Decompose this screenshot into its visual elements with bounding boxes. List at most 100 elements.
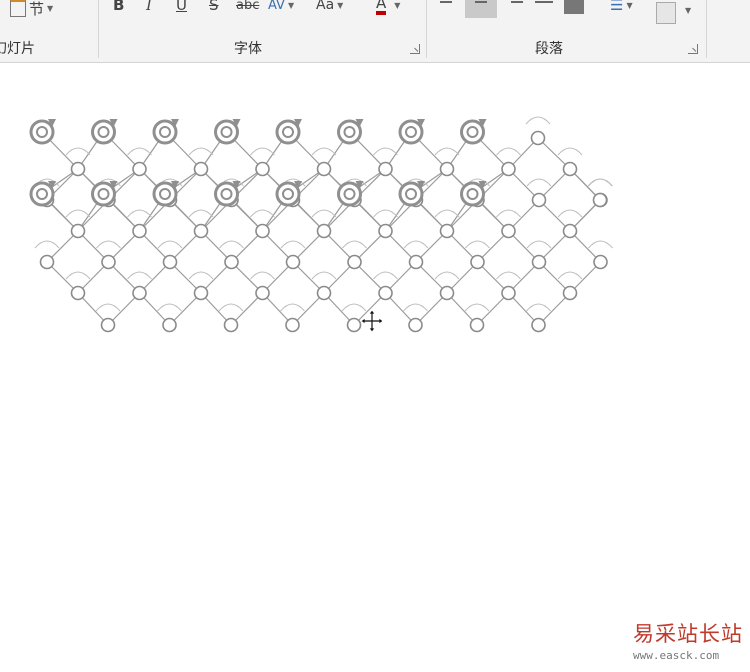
lattice-lobe [403,240,429,249]
lattice-lobe [127,271,152,280]
lattice-node [531,317,546,333]
lattice-node [316,161,332,177]
rotate-handle-inner [220,126,233,138]
columns-icon[interactable] [564,0,584,14]
lattice-node [562,223,578,239]
lattice-lobe [188,271,214,280]
italic-button[interactable]: I [146,0,152,16]
lattice-lobe [557,147,583,156]
rotate-handle-inner [466,126,479,138]
lattice-lobe [34,240,60,249]
lattice-node [530,130,546,146]
strikethrough-button[interactable]: abc [236,0,259,16]
rotate-handle-inner [220,188,233,200]
justify-icon[interactable] [535,0,553,12]
chevron-down-icon: ▼ [685,6,692,15]
smartart-convert-icon[interactable] [656,2,676,24]
rotate-handle-inner [36,188,48,200]
rotate-handle-inner [343,188,356,200]
rotate-handle-inner [159,188,171,200]
lattice-node [70,223,86,239]
text-direction-button[interactable]: ☰ ▼ [610,0,633,16]
lattice-lobe [250,147,275,156]
lattice-lobe [127,147,152,156]
paragraph-group-label: 段落 [535,41,563,57]
lattice-node [70,285,86,301]
lattice-node [316,285,332,301]
lattice-node [347,254,362,270]
group-divider [426,0,427,58]
lattice-node [162,254,178,270]
font-color-label: A [376,0,387,15]
rotate-handle-inner [466,188,479,200]
lattice-node [132,285,147,301]
lattice-lobe [526,240,552,249]
character-spacing-label: AV [268,0,285,13]
lattice-node [223,317,239,333]
lattice-node [592,192,608,208]
rotate-handle-inner [282,126,294,138]
lattice-lobe [342,240,367,249]
lattice-lobe [157,303,182,312]
lattice-node [132,223,147,239]
bold-button[interactable]: B [113,0,124,16]
lattice-node [255,161,270,177]
lattice-node [562,285,578,301]
change-case-label: Aa [316,0,335,13]
rotate-handle-inner [97,126,110,138]
align-right-icon[interactable] [505,0,523,12]
section-icon [10,0,26,17]
lattice-lobe [588,240,613,249]
lattice-node [285,254,301,270]
slide-canvas[interactable] [0,63,750,672]
rotate-handle-inner [159,126,171,138]
section-button[interactable]: 节 ▼ [10,0,54,18]
align-center-icon [472,0,490,12]
lattice-node [193,161,209,177]
lattice-node [193,223,209,239]
shadow-button[interactable]: S [209,0,219,16]
lattice-node [501,223,516,239]
lattice-lobe [434,209,460,218]
lattice-lobe [465,240,490,249]
chevron-down-icon: ▼ [337,0,344,10]
lattice-node [531,192,547,208]
lattice-lobe [434,271,460,280]
lattice-node [469,317,485,333]
lattice-lobe [188,147,214,156]
align-left-icon[interactable] [440,0,458,12]
font-color-button[interactable]: A ▼ [376,0,400,16]
lattice-lobe [464,303,490,312]
lattice-lobe [496,147,521,156]
lattice-lobe [557,271,583,280]
section-button-label: 节 [29,0,45,18]
font-group-label: 字体 [234,41,262,57]
lattice-node [439,223,455,239]
rotate-handle-inner [405,188,417,200]
lattice-node [562,161,578,177]
lattice-node [316,223,332,239]
lattice-node [255,285,270,301]
character-spacing-button[interactable]: AV ▼ [268,0,294,16]
lattice-node [378,161,393,177]
font-dialog-launcher-icon[interactable] [410,44,420,54]
lattice-node [101,254,116,270]
lattice-node [132,161,147,177]
paragraph-dialog-launcher-icon[interactable] [688,44,698,54]
chevron-down-icon: ▼ [394,0,401,10]
lattice-lobe [373,147,398,156]
underline-button[interactable]: U [176,0,187,16]
lattice-node [346,317,362,333]
lattice-node [100,317,116,333]
chevron-down-icon: ▼ [287,0,295,10]
lattice-shape-group[interactable] [0,63,750,672]
lattice-lobe [526,303,551,312]
lattice-node [408,317,423,333]
lattice-lobe [526,178,552,187]
lattice-node [531,254,547,270]
lattice-lobe [311,271,337,280]
change-case-button[interactable]: Aa ▼ [316,0,343,16]
chevron-down-icon: ▼ [47,3,54,13]
lattice-node [593,254,608,270]
lattice-lobe [311,209,337,218]
